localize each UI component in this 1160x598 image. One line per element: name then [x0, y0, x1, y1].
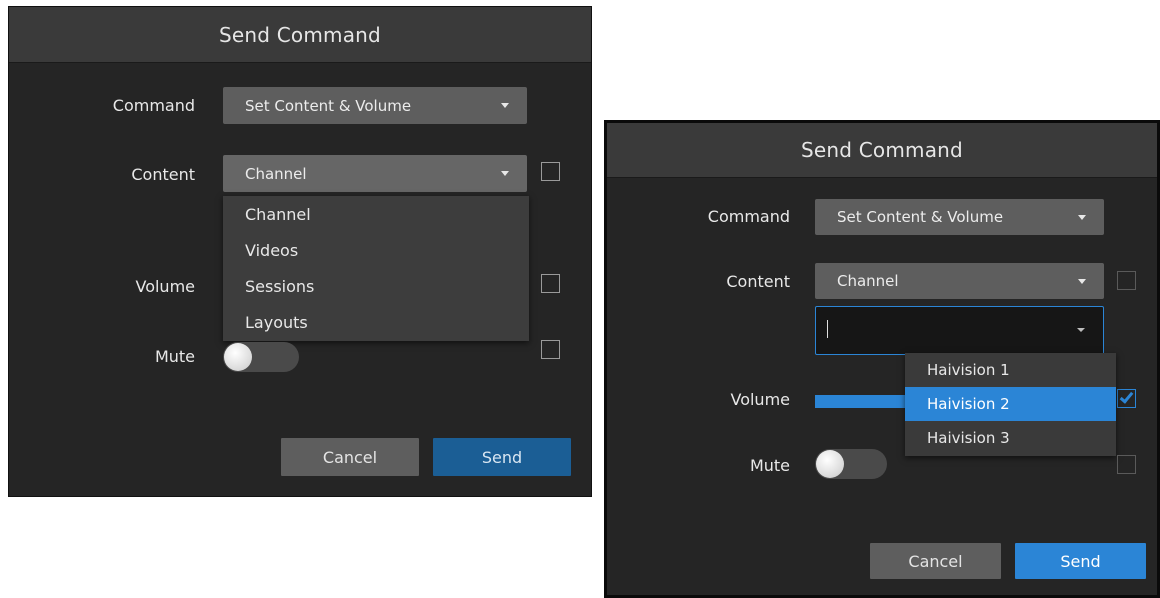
send-button[interactable]: Send [1015, 543, 1146, 579]
mute-checkbox[interactable] [1117, 455, 1136, 474]
mute-toggle[interactable] [815, 449, 887, 479]
chevron-down-icon [1078, 278, 1086, 284]
content-select[interactable]: Channel [815, 263, 1104, 299]
mute-checkbox[interactable] [541, 340, 560, 359]
command-label: Command [707, 207, 790, 226]
dropdown-option-sessions[interactable]: Sessions [223, 268, 529, 304]
cancel-button[interactable]: Cancel [281, 438, 419, 476]
send-command-dialog-right: Send Command Command Set Content & Volum… [604, 120, 1160, 598]
dropdown-option-channel[interactable]: Channel [223, 196, 529, 232]
text-cursor [827, 320, 828, 338]
content-checkbox[interactable] [541, 162, 560, 181]
content-dropdown-menu: Channel Videos Sessions Layouts [223, 196, 529, 341]
command-select[interactable]: Set Content & Volume [223, 87, 527, 124]
mute-label: Mute [749, 456, 790, 475]
volume-slider[interactable] [815, 395, 915, 408]
dropdown-option-videos[interactable]: Videos [223, 232, 529, 268]
content-label: Content [131, 165, 195, 184]
content-select[interactable]: Channel [223, 155, 527, 192]
volume-checkbox[interactable] [541, 274, 560, 293]
content-checkbox[interactable] [1117, 271, 1136, 290]
command-select-value: Set Content & Volume [245, 96, 412, 115]
volume-label: Volume [730, 390, 790, 409]
toggle-knob [224, 343, 252, 371]
channel-dropdown-menu: Haivision 1 Haivision 2 Haivision 3 [905, 353, 1116, 456]
content-select-value: Channel [245, 164, 307, 183]
dropdown-option-haivision-3[interactable]: Haivision 3 [905, 421, 1116, 455]
send-button[interactable]: Send [433, 438, 571, 476]
toggle-knob [816, 450, 844, 478]
channel-search-input[interactable] [815, 306, 1104, 355]
dropdown-option-haivision-2[interactable]: Haivision 2 [905, 387, 1116, 421]
chevron-down-icon [1078, 214, 1086, 220]
command-select-value: Set Content & Volume [837, 208, 1004, 226]
cancel-button[interactable]: Cancel [870, 543, 1001, 579]
check-icon [1119, 389, 1134, 404]
chevron-down-icon [501, 171, 509, 176]
dialog-titlebar: Send Command [9, 7, 591, 63]
send-command-dialog-left: Send Command Command Set Content & Volum… [8, 6, 592, 497]
chevron-down-icon [501, 103, 509, 108]
dropdown-option-haivision-1[interactable]: Haivision 1 [905, 353, 1116, 387]
dropdown-option-layouts[interactable]: Layouts [223, 304, 529, 340]
content-select-value: Channel [837, 272, 899, 290]
command-select[interactable]: Set Content & Volume [815, 199, 1104, 235]
chevron-down-icon [1077, 328, 1085, 332]
mute-toggle[interactable] [223, 342, 299, 372]
command-label: Command [112, 96, 195, 115]
volume-label: Volume [135, 277, 195, 296]
content-label: Content [726, 272, 790, 291]
mute-label: Mute [154, 347, 195, 366]
dialog-title: Send Command [801, 138, 963, 162]
dialog-titlebar: Send Command [607, 123, 1157, 178]
volume-checkbox[interactable] [1117, 389, 1136, 408]
dialog-title: Send Command [219, 22, 381, 47]
